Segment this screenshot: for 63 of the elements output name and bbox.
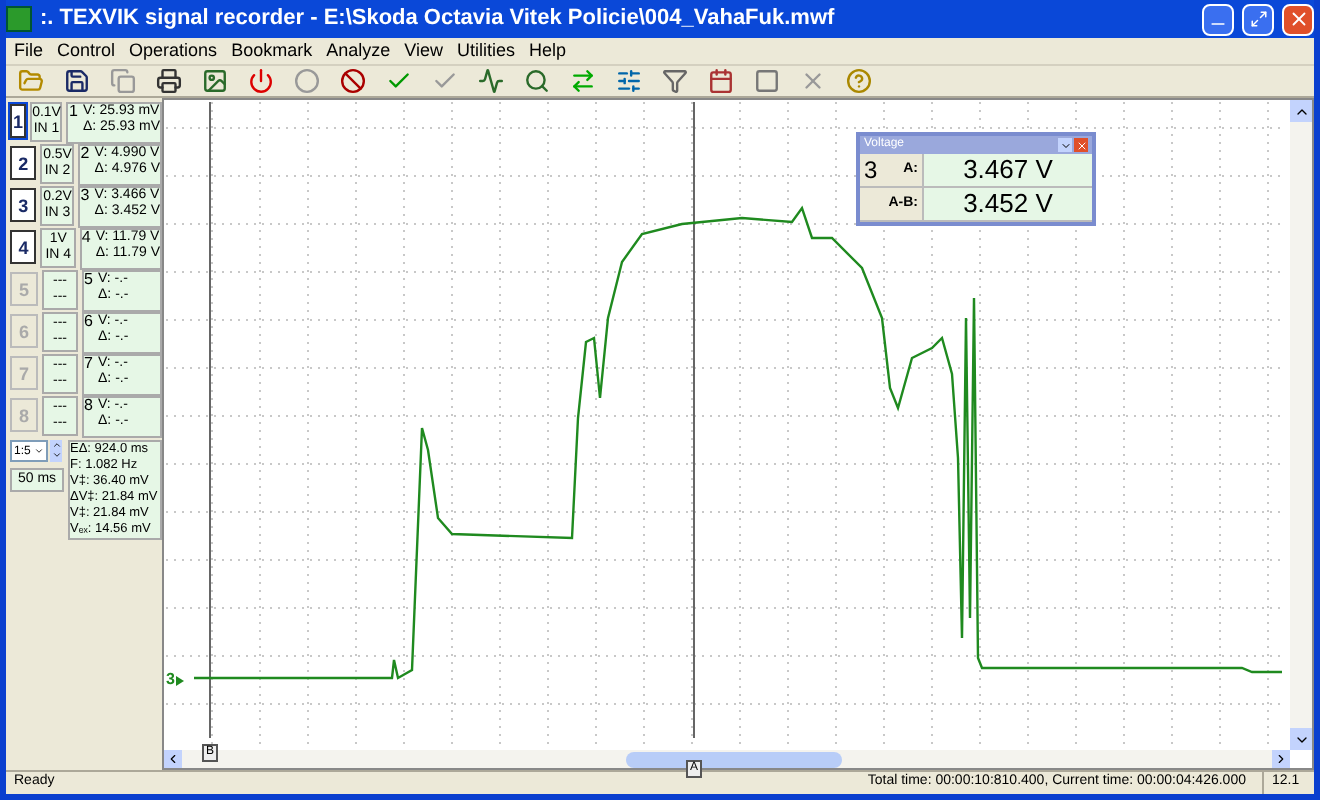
calendar-icon[interactable] — [704, 65, 736, 97]
scroll-right-button[interactable] — [1272, 750, 1290, 768]
maximize-button[interactable] — [1242, 3, 1274, 35]
channel-number: 3 — [80, 188, 92, 208]
window-title: :. TEXVIK signal recorder - E:\Skoda Octavia Vitek Policie\004_VahaFuk.mwf — [40, 4, 835, 35]
close-icon — [1075, 139, 1087, 151]
channel-number: 2 — [80, 146, 92, 166]
sliders-icon[interactable] — [612, 65, 644, 97]
channel-number: 1 — [68, 104, 80, 124]
caret-icon — [1059, 139, 1071, 151]
channel-number: 4 — [81, 230, 93, 250]
channel-button[interactable]: 1 — [10, 104, 27, 138]
save-icon[interactable] — [60, 65, 92, 97]
menu-item[interactable]: Control — [57, 37, 116, 65]
menu-item[interactable]: Analyze — [326, 37, 391, 65]
left-icon — [166, 752, 180, 766]
horizontal-scrollbar[interactable] — [164, 750, 1290, 768]
ban-icon[interactable] — [336, 65, 368, 97]
vertical-scrollbar[interactable] — [1290, 100, 1312, 750]
trace-label: 3 — [166, 668, 175, 692]
channel-button[interactable]: 4 — [10, 230, 37, 264]
close-button[interactable] — [1282, 3, 1314, 35]
copy-icon[interactable] — [106, 65, 138, 97]
search-icon[interactable] — [520, 65, 552, 97]
channel-number: 8 — [84, 398, 95, 418]
folder-icon[interactable] — [14, 65, 46, 97]
up-icon — [51, 440, 61, 450]
maximize-icon — [1249, 10, 1267, 28]
waveform-icon[interactable] — [474, 65, 506, 97]
triangle-icon — [176, 675, 185, 685]
menu-item[interactable]: View — [404, 37, 443, 65]
circle-icon[interactable] — [290, 65, 322, 97]
spin-button[interactable] — [50, 440, 62, 462]
right-icon — [1274, 752, 1288, 766]
scroll-thumb[interactable] — [626, 751, 842, 767]
channel-number: 6 — [84, 314, 95, 334]
power-icon[interactable] — [244, 65, 276, 97]
channel-button[interactable]: 3 — [10, 188, 37, 222]
channel-number: 5 — [84, 272, 95, 292]
dropdown-button[interactable] — [1058, 138, 1072, 152]
dropdown-icon — [34, 446, 44, 456]
minimize-button[interactable] — [1202, 3, 1234, 35]
down-icon — [51, 450, 61, 460]
filter-icon[interactable] — [658, 65, 690, 97]
image-icon[interactable] — [198, 65, 230, 97]
voltage-value: 3.467 V — [922, 154, 1092, 186]
close-icon — [1287, 8, 1309, 30]
close-button[interactable] — [1074, 138, 1088, 152]
scroll-left-button[interactable] — [164, 750, 182, 768]
scroll-up-button[interactable] — [1290, 100, 1312, 122]
stop-icon[interactable] — [750, 65, 782, 97]
printer-icon[interactable] — [152, 65, 184, 97]
help-icon[interactable] — [842, 65, 874, 97]
menu-item[interactable]: File — [14, 37, 44, 65]
channel-number: 3 — [864, 154, 880, 188]
menu-item[interactable]: Operations — [129, 37, 218, 65]
app-icon — [6, 6, 32, 32]
channel-number: 7 — [84, 356, 95, 376]
menu-item[interactable]: Help — [528, 37, 566, 65]
voltage-value: 3.452 V — [922, 188, 1092, 220]
menu-item[interactable]: Bookmark — [231, 37, 313, 65]
menu-item[interactable]: Utilities — [456, 37, 515, 65]
channel-button[interactable]: 2 — [10, 146, 37, 180]
